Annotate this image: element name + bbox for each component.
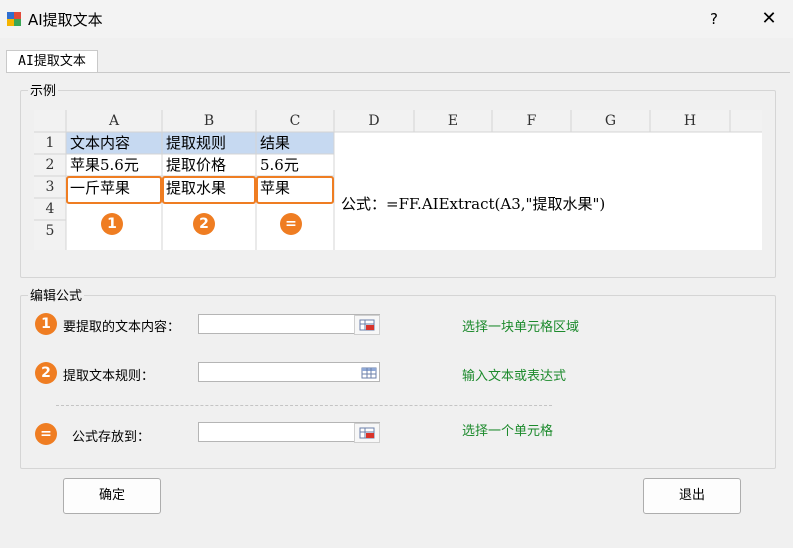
example-sheet: A B C D E F G H 1 2 3 4 5 文本内容 提取规则 结果 苹… [34, 110, 762, 250]
badge-1: 1 [101, 213, 123, 235]
column-header-b: B [203, 113, 215, 129]
output-cell-select-button[interactable] [354, 423, 380, 443]
expression-button[interactable] [356, 363, 382, 383]
editor-badge-1: 1 [35, 313, 57, 335]
column-header-e: E [447, 113, 459, 129]
extract-rule-label: 提取文本规则： [63, 369, 155, 384]
badge-equals: = [280, 213, 302, 235]
text-content-hint: 选择一块单元格区域 [462, 320, 580, 335]
divider [56, 405, 552, 406]
tab-ai-extract[interactable]: AI提取文本 [6, 50, 98, 73]
text-content-label: 要提取的文本内容： [63, 320, 181, 335]
output-cell-hint: 选择一个单元格 [462, 424, 554, 439]
highlight-box-result [256, 176, 334, 204]
row-header-5: 5 [45, 223, 55, 239]
cell-b1: 提取规则 [166, 134, 227, 152]
cell-b2: 提取价格 [166, 156, 227, 174]
window-title: AI提取文本 [28, 11, 103, 29]
row-header-4: 4 [45, 201, 55, 217]
cell-c1: 结果 [260, 134, 291, 152]
help-button[interactable]: ? [700, 4, 728, 34]
row-header-3: 3 [45, 179, 55, 195]
column-header-g: G [604, 113, 617, 129]
editor-legend: 编辑公式 [28, 285, 85, 304]
example-legend: 示例 [28, 80, 59, 99]
exit-button[interactable]: 退出 [643, 478, 741, 514]
cell-a1: 文本内容 [70, 134, 131, 152]
row-header-2: 2 [45, 157, 55, 173]
row-header-1: 1 [45, 135, 55, 151]
formula-text: 公式：=FF.AIExtract(A3,"提取水果") [341, 195, 606, 213]
close-button[interactable]: ✕ [752, 4, 786, 34]
app-icon [6, 11, 22, 27]
range-select-button[interactable] [354, 315, 380, 335]
extract-rule-hint: 输入文本或表达式 [462, 369, 567, 384]
highlight-box-text [66, 176, 162, 204]
editor-badge-equals: = [35, 423, 57, 445]
cell-c2: 5.6元 [260, 156, 299, 174]
column-header-a: A [108, 113, 120, 129]
range-picker-icon [359, 319, 375, 331]
highlight-box-rule [162, 176, 256, 204]
column-header-c: C [289, 113, 301, 129]
extract-rule-input[interactable] [198, 362, 380, 382]
table-icon [361, 367, 377, 379]
output-cell-label: 公式存放到： [72, 430, 151, 445]
range-picker-icon [359, 427, 375, 439]
column-header-d: D [368, 113, 380, 129]
column-header-f: F [526, 113, 537, 129]
editor-badge-2: 2 [35, 362, 57, 384]
badge-2: 2 [193, 213, 215, 235]
text-content-input[interactable] [198, 314, 380, 334]
cell-a2: 苹果5.6元 [70, 156, 139, 174]
output-cell-input[interactable] [198, 422, 380, 442]
ok-button[interactable]: 确定 [63, 478, 161, 514]
title-bar [0, 0, 793, 38]
column-header-h: H [683, 113, 697, 129]
